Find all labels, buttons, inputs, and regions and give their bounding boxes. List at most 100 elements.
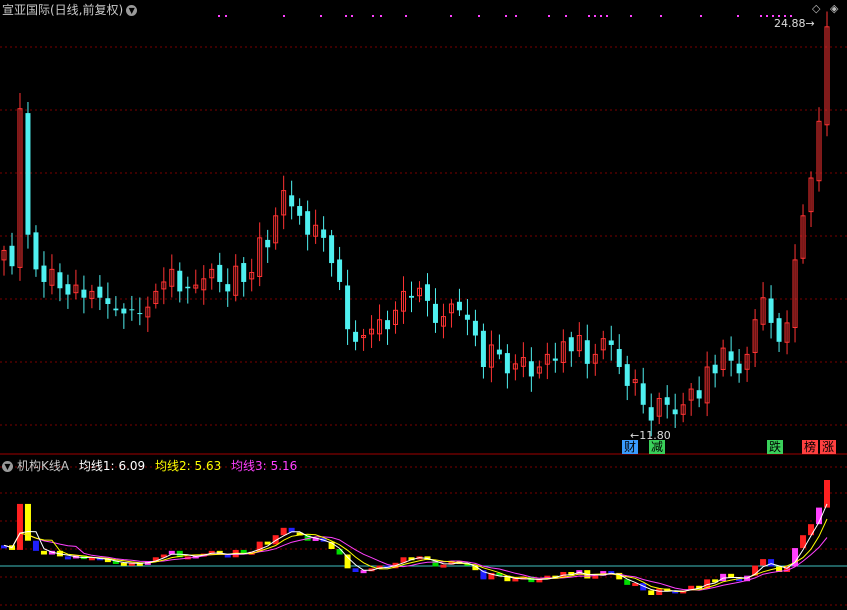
candle-body	[624, 364, 630, 386]
candle-body	[696, 390, 702, 399]
event-tag-fall[interactable]: 跌	[767, 440, 784, 454]
candle-body	[185, 286, 191, 289]
ma1-label: 均线1:	[78, 459, 115, 473]
candle-body	[608, 340, 614, 345]
candle-body	[472, 320, 478, 336]
candle-body	[113, 308, 119, 311]
candle-body	[768, 298, 774, 323]
event-dot	[737, 15, 739, 17]
chevron-down-icon[interactable]: ▼	[126, 5, 138, 16]
candle-body	[712, 364, 718, 374]
candle-body	[672, 409, 678, 415]
event-tag-reduce[interactable]: 减	[649, 440, 666, 454]
candle-body	[464, 314, 470, 320]
candle-body	[456, 301, 462, 311]
candle-body	[97, 286, 103, 298]
event-tag-rise[interactable]: 涨	[820, 440, 837, 454]
candle-body	[648, 407, 654, 421]
indicator-bar	[16, 503, 23, 550]
indicator-bar	[352, 568, 359, 572]
candle-body	[776, 318, 782, 342]
ma2-label: 均线2:	[154, 459, 191, 473]
indicator-bar	[728, 573, 735, 578]
event-dot	[478, 15, 480, 17]
candle-body	[33, 232, 39, 270]
indicator-bar	[808, 524, 815, 536]
indicator-bar	[760, 559, 767, 566]
candle-body	[129, 309, 135, 311]
event-dot	[600, 15, 602, 17]
candle-body	[9, 245, 15, 267]
max-price-value: 24.88	[774, 17, 806, 30]
indicator-bar	[336, 549, 343, 555]
ma2-line	[3, 518, 828, 592]
indicator-bar	[280, 527, 287, 536]
indicator-bar	[768, 559, 775, 567]
candle-body	[81, 289, 87, 298]
event-dot	[320, 15, 322, 17]
candle-body	[409, 295, 415, 298]
event-dot	[630, 15, 632, 17]
indicator-name: 机构K线A	[17, 459, 70, 473]
candle-body	[57, 272, 63, 289]
candle-body	[528, 361, 534, 377]
event-tag-list[interactable]: 榜	[802, 440, 819, 454]
event-dot	[548, 15, 550, 17]
event-dot	[760, 15, 762, 17]
event-dot	[565, 15, 567, 17]
indicator-legend: ▼ 机构K线A 均线1: 6.09 均线2: 5.63 均线3: 5.16	[2, 457, 297, 474]
event-dot	[700, 15, 702, 17]
candle-body	[65, 284, 71, 295]
ma1-line	[3, 503, 828, 592]
event-dot	[380, 15, 382, 17]
candle-body	[552, 358, 558, 361]
event-dot	[345, 15, 347, 17]
chart-title: 宣亚国际(日线,前复权) ▼	[2, 1, 138, 18]
candle-body	[225, 284, 231, 292]
candle-body	[616, 349, 622, 368]
candle-body	[664, 397, 670, 405]
candle-body	[385, 320, 391, 330]
event-dot	[372, 15, 374, 17]
candle-body	[105, 298, 111, 305]
ma1-value: 6.09	[118, 459, 146, 473]
candle-body	[241, 263, 247, 282]
diamond-icon[interactable]: ◇	[812, 2, 820, 15]
indicator-bar	[440, 564, 447, 568]
event-dot	[450, 15, 452, 17]
indicator-bar	[64, 556, 71, 560]
candle-body	[337, 259, 343, 282]
candle-body	[297, 206, 303, 216]
indicator-bar	[32, 540, 39, 551]
candle-body	[177, 270, 183, 292]
event-dot	[225, 15, 227, 17]
candle-body	[217, 264, 223, 282]
candle-body	[640, 383, 646, 405]
settings-icon[interactable]: ◈	[830, 2, 838, 15]
price-chart-panel[interactable]: 宣亚国际(日线,前复权) ▼ ◇ ◈ 24.88→ ←11.80 财 减 跌 榜 …	[0, 0, 847, 455]
candle-body	[496, 349, 502, 355]
event-dot	[606, 15, 608, 17]
indicator-panel[interactable]: ▼ 机构K线A 均线1: 6.09 均线2: 5.63 均线3: 5.16	[0, 455, 847, 610]
indicator-chart[interactable]	[0, 455, 847, 610]
event-dot	[766, 15, 768, 17]
candle-body	[305, 211, 311, 235]
candle-body	[321, 229, 327, 238]
candlestick-chart[interactable]	[0, 0, 847, 455]
candle-body	[568, 337, 574, 352]
candle-body	[353, 331, 359, 342]
chevron-down-icon[interactable]: ▼	[2, 461, 13, 472]
indicator-bar	[272, 535, 279, 545]
ma3-value: 5.16	[270, 459, 298, 473]
max-price-label: 24.88→	[774, 17, 815, 30]
event-dot	[594, 15, 596, 17]
event-dot	[505, 15, 507, 17]
ma3-label: 均线3:	[231, 459, 267, 473]
candle-body	[432, 303, 438, 323]
event-tag-finance[interactable]: 财	[622, 440, 639, 454]
candle-body	[289, 195, 295, 207]
indicator-bar	[120, 562, 127, 566]
candle-body	[424, 284, 430, 301]
event-dot	[218, 15, 220, 17]
candle-body	[25, 113, 31, 235]
